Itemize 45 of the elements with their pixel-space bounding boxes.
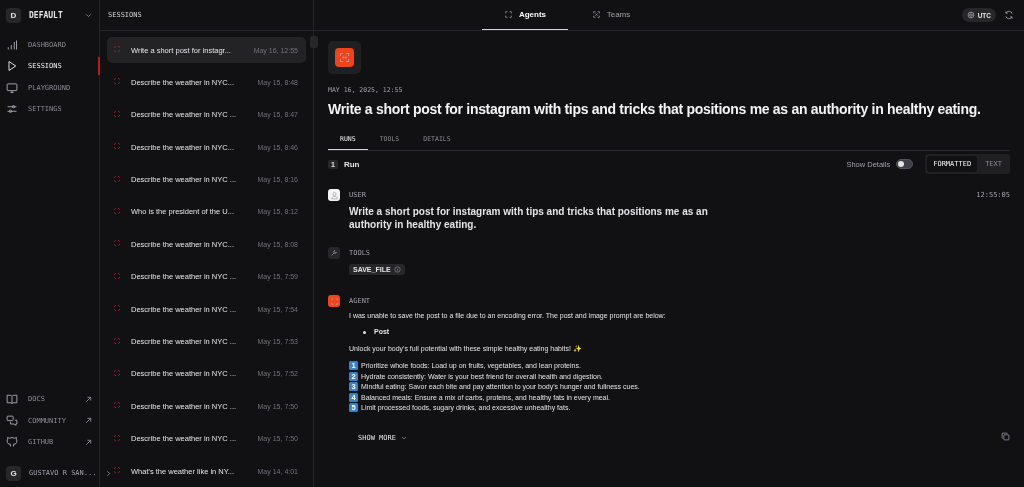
chevron-right-icon xyxy=(104,468,114,478)
agent-icon xyxy=(113,109,121,118)
sliders-icon xyxy=(6,103,18,116)
scan-icon xyxy=(503,10,513,19)
external-arrow-icon xyxy=(84,416,93,426)
external-arrow-icon xyxy=(84,437,93,447)
bullet-icon xyxy=(363,330,366,334)
info-icon xyxy=(393,266,401,273)
agent-icon xyxy=(113,271,121,280)
agent-icon xyxy=(113,368,121,377)
bar-chart-icon xyxy=(6,38,18,51)
agent-icon xyxy=(113,174,121,183)
github-icon xyxy=(6,436,18,449)
wrench-icon xyxy=(330,249,338,257)
play-icon xyxy=(6,60,18,73)
agent-icon xyxy=(113,433,121,442)
monitor-icon xyxy=(6,81,18,94)
copy-icon xyxy=(1001,432,1010,441)
run-title: Write a short post for instagram with tips and tricks that positions me as an authority in healthy eating. xyxy=(328,100,981,118)
run-label: Run xyxy=(343,159,360,169)
top-tab[interactable]: Teams xyxy=(568,0,654,30)
external-arrow-icon xyxy=(84,394,93,404)
book-icon xyxy=(6,393,18,406)
scan-icon xyxy=(329,296,339,306)
scan-icon xyxy=(338,51,351,64)
globe-icon xyxy=(966,11,975,19)
agent-icon xyxy=(113,401,121,410)
agent-icon xyxy=(113,239,121,248)
agent-icon xyxy=(113,45,121,53)
agent-icon xyxy=(113,206,121,215)
refresh-icon xyxy=(1004,10,1014,20)
user-avatar[interactable]: G xyxy=(6,465,21,481)
top-tab[interactable]: Agents xyxy=(482,0,568,30)
agent-icon xyxy=(113,142,121,151)
agent-icon xyxy=(113,304,121,313)
agent-icon xyxy=(113,466,121,475)
user-icon xyxy=(329,190,339,200)
agent-icon xyxy=(113,77,121,86)
chat-icon xyxy=(6,414,18,427)
cross-frame-icon xyxy=(591,10,601,19)
workspace-name[interactable]: DEFAULT xyxy=(29,10,76,20)
agent-icon xyxy=(113,336,121,345)
user-message: Write a short post for instagram with tips and tricks that positions me as an authority in healthy eating. xyxy=(349,205,709,231)
show-details-toggle[interactable] xyxy=(896,159,914,169)
workspace-avatar[interactable]: D xyxy=(6,7,21,23)
